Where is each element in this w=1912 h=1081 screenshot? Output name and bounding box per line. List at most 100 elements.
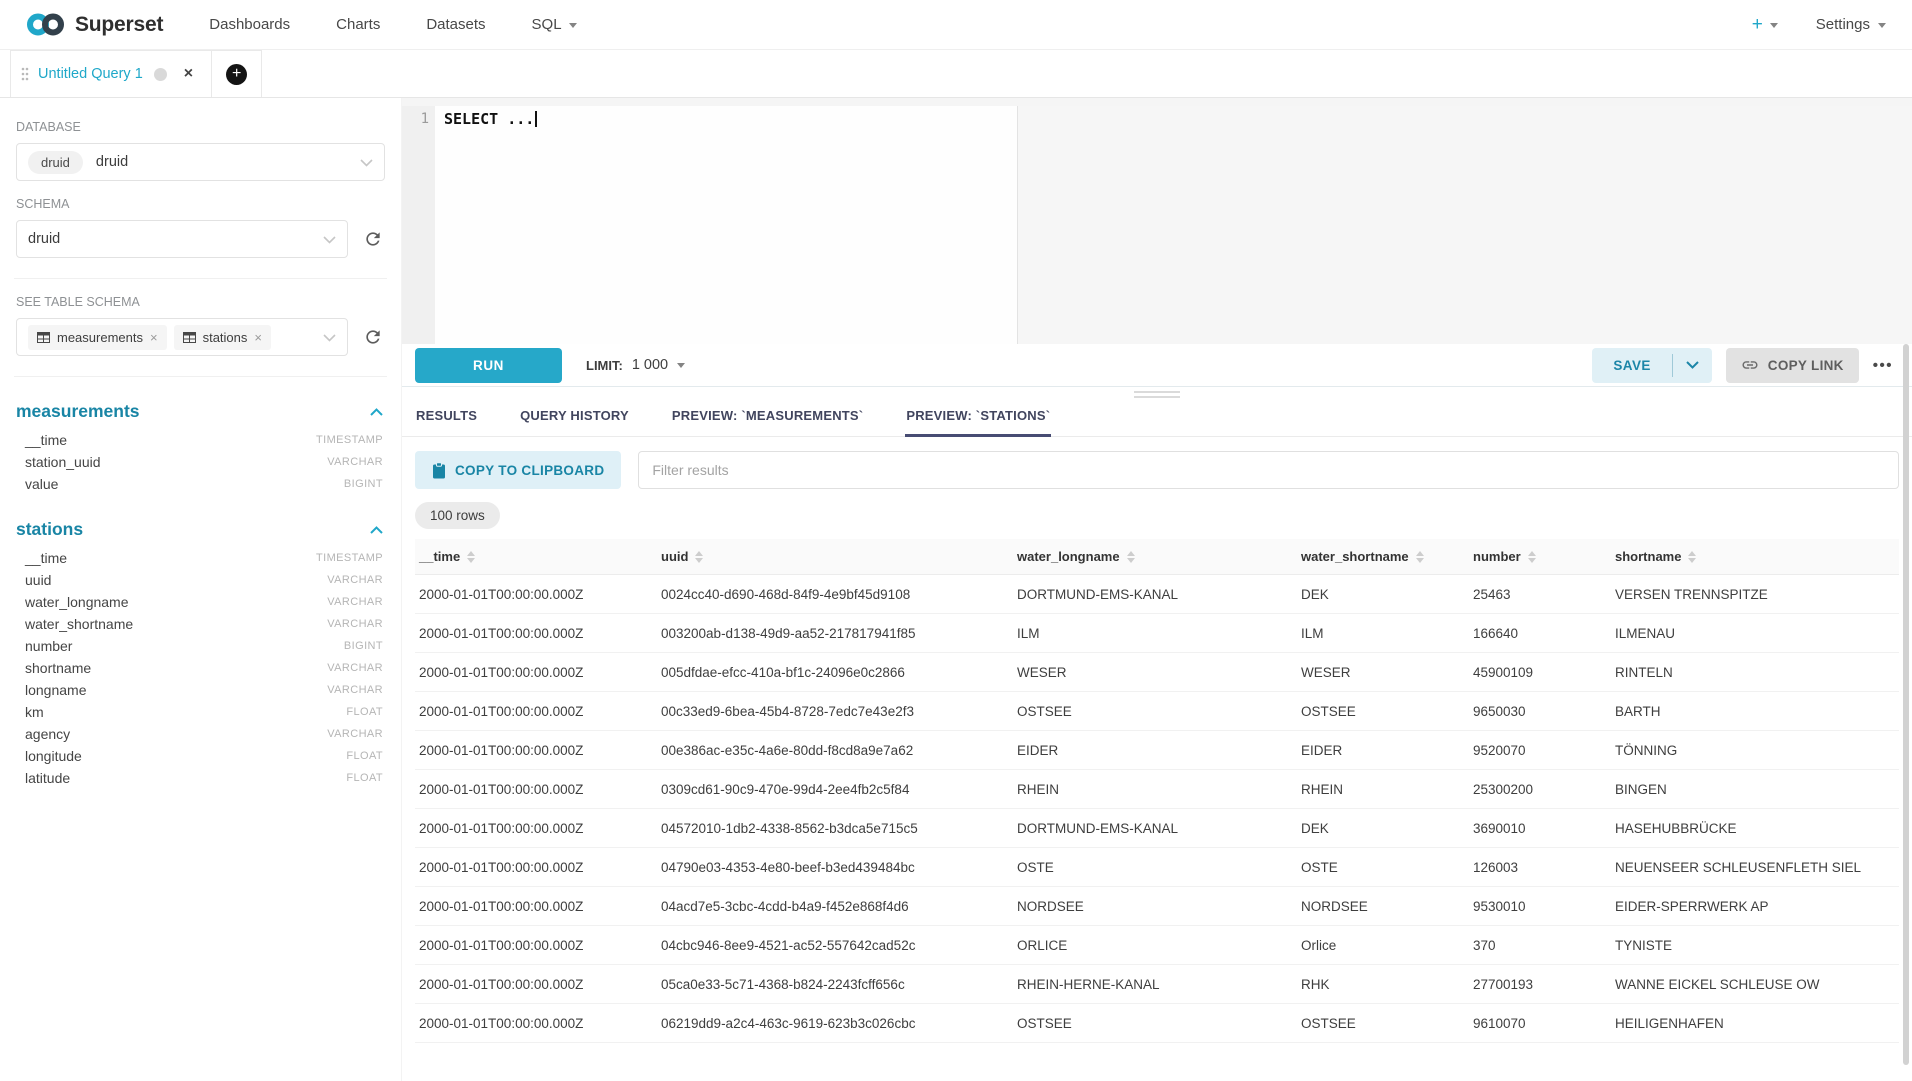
cell-water_longname: OSTSEE: [1013, 1016, 1297, 1031]
remove-chip-icon[interactable]: ×: [150, 331, 158, 344]
copy-to-clipboard-button[interactable]: COPY TO CLIPBOARD: [415, 451, 621, 489]
header-uuid[interactable]: uuid: [657, 549, 1013, 564]
cell-__time: 2000-01-01T00:00:00.000Z: [415, 743, 657, 758]
query-tab-title: Untitled Query 1: [38, 66, 143, 82]
close-icon[interactable]: ×: [184, 66, 193, 82]
table-chip-stations[interactable]: stations ×: [174, 325, 271, 350]
cell-water_longname: EIDER: [1013, 743, 1297, 758]
table-row: 2000-01-01T00:00:00.000Z04572010-1db2-43…: [415, 809, 1899, 848]
new-query-tab-button[interactable]: +: [212, 50, 262, 97]
table-schema-select[interactable]: measurements × stations ×: [16, 318, 348, 356]
refresh-schema-button[interactable]: [361, 227, 385, 251]
caret-down-icon: [569, 23, 577, 32]
sqllab-sidebar: DATABASE druid druid SCHEMA druid SEE TA…: [0, 98, 402, 1081]
text-cursor: [535, 111, 537, 127]
cell-__time: 2000-01-01T00:00:00.000Z: [415, 626, 657, 641]
cell-water_shortname: EIDER: [1297, 743, 1469, 758]
schema-select[interactable]: druid: [16, 220, 348, 258]
nav-item-datasets[interactable]: Datasets: [426, 16, 485, 33]
sidebar-divider: [14, 278, 387, 279]
cell-uuid: 003200ab-d138-49d9-aa52-217817941f85: [657, 626, 1013, 641]
database-value: druid: [96, 154, 128, 170]
cell-uuid: 0024cc40-d690-468d-84f9-4e9bf45d9108: [657, 587, 1013, 602]
header-shortname[interactable]: shortname: [1611, 549, 1899, 564]
tab-preview-measurements[interactable]: PREVIEW: `MEASUREMENTS`: [671, 393, 864, 436]
nav-right: + Settings: [1752, 14, 1886, 36]
cell-__time: 2000-01-01T00:00:00.000Z: [415, 1016, 657, 1031]
table-row: 2000-01-01T00:00:00.000Z003200ab-d138-49…: [415, 614, 1899, 653]
header-__time[interactable]: __time: [415, 549, 657, 564]
limit-label: LIMIT:: [586, 358, 623, 373]
run-button[interactable]: RUN: [415, 348, 562, 383]
query-tab[interactable]: Untitled Query 1 ×: [10, 50, 212, 97]
table-row: 2000-01-01T00:00:00.000Z005dfdae-efcc-41…: [415, 653, 1899, 692]
nav-item-sql[interactable]: SQL: [532, 16, 577, 33]
column-name: water_shortname: [25, 616, 133, 632]
cell-uuid: 04acd7e5-3cbc-4cdd-b4a9-f452e868f4d6: [657, 899, 1013, 914]
header-water_shortname[interactable]: water_shortname: [1297, 549, 1469, 564]
vertical-scrollbar[interactable]: [1903, 344, 1909, 1065]
query-state-dot-icon: [154, 68, 167, 81]
cell-__time: 2000-01-01T00:00:00.000Z: [415, 899, 657, 914]
column-type: VARCHAR: [327, 618, 383, 630]
limit-dropdown[interactable]: LIMIT: 1 000: [586, 357, 685, 373]
cell-water_longname: RHEIN: [1013, 782, 1297, 797]
schema-table-header[interactable]: measurements: [16, 401, 383, 422]
cell-water_shortname: ILM: [1297, 626, 1469, 641]
database-select[interactable]: druid druid: [16, 143, 385, 181]
remove-chip-icon[interactable]: ×: [254, 331, 262, 344]
grip-dots-icon: [21, 66, 29, 82]
cell-shortname: NEUENSEER SCHLEUSENFLETH SIEL: [1611, 860, 1899, 875]
header-number[interactable]: number: [1469, 549, 1611, 564]
column-type: FLOAT: [346, 772, 383, 784]
table-chip-measurements[interactable]: measurements ×: [28, 325, 167, 350]
tab-query-history[interactable]: QUERY HISTORY: [519, 393, 630, 436]
column-name: longname: [25, 682, 87, 698]
refresh-tables-button[interactable]: [361, 325, 385, 349]
cell-uuid: 06219dd9-a2c4-463c-9619-623b3c026cbc: [657, 1016, 1013, 1031]
top-navbar: Superset Dashboards Charts Datasets SQL …: [0, 0, 1912, 50]
row-count-badge: 100 rows: [415, 502, 500, 529]
filter-results-input[interactable]: [638, 451, 1899, 489]
chevron-up-icon[interactable]: [370, 526, 383, 534]
database-label: DATABASE: [16, 120, 385, 134]
schema-label: SCHEMA: [16, 197, 385, 211]
settings-menu[interactable]: Settings: [1816, 16, 1886, 33]
schema-column: shortnameVARCHAR: [16, 657, 385, 679]
new-item-dropdown[interactable]: +: [1752, 14, 1778, 36]
cell-water_longname: ILM: [1013, 626, 1297, 641]
cell-__time: 2000-01-01T00:00:00.000Z: [415, 860, 657, 875]
cell-water_longname: RHEIN-HERNE-KANAL: [1013, 977, 1297, 992]
cell-uuid: 04572010-1db2-4338-8562-b3dca5e715c5: [657, 821, 1013, 836]
save-split-button: SAVE: [1592, 348, 1711, 383]
more-menu-button[interactable]: •••: [1867, 357, 1899, 374]
cell-__time: 2000-01-01T00:00:00.000Z: [415, 704, 657, 719]
chevron-up-icon[interactable]: [370, 408, 383, 416]
superset-brand[interactable]: Superset: [26, 12, 163, 37]
editor-code-area[interactable]: SELECT ...: [435, 106, 1017, 344]
tab-preview-stations[interactable]: PREVIEW: `STATIONS`: [905, 393, 1051, 436]
save-options-button[interactable]: [1673, 348, 1712, 383]
tab-results[interactable]: RESULTS: [415, 393, 478, 436]
schema-column: valueBIGINT: [16, 473, 385, 495]
sql-editor[interactable]: 1 SELECT ...: [402, 106, 1912, 344]
save-button[interactable]: SAVE: [1592, 348, 1671, 383]
column-type: VARCHAR: [327, 574, 383, 586]
header-water_longname[interactable]: water_longname: [1013, 549, 1297, 564]
copy-link-button[interactable]: COPY LINK: [1726, 348, 1859, 383]
cell-__time: 2000-01-01T00:00:00.000Z: [415, 782, 657, 797]
schema-table-group: stations__timeTIMESTAMPuuidVARCHARwater_…: [16, 519, 385, 789]
table-row: 2000-01-01T00:00:00.000Z0309cd61-90c9-47…: [415, 770, 1899, 809]
chevron-down-icon: [323, 334, 336, 342]
cell-water_shortname: OSTSEE: [1297, 704, 1469, 719]
table-row: 2000-01-01T00:00:00.000Z04acd7e5-3cbc-4c…: [415, 887, 1899, 926]
column-type: VARCHAR: [327, 684, 383, 696]
pane-resize-grip[interactable]: [1134, 391, 1180, 401]
schema-column: __timeTIMESTAMP: [16, 547, 385, 569]
schema-table-header[interactable]: stations: [16, 519, 383, 540]
nav-item-charts[interactable]: Charts: [336, 16, 380, 33]
nav-item-dashboards[interactable]: Dashboards: [209, 16, 290, 33]
table-row: 2000-01-01T00:00:00.000Z04790e03-4353-4e…: [415, 848, 1899, 887]
cell-water_shortname: DEK: [1297, 821, 1469, 836]
column-type: VARCHAR: [327, 728, 383, 740]
